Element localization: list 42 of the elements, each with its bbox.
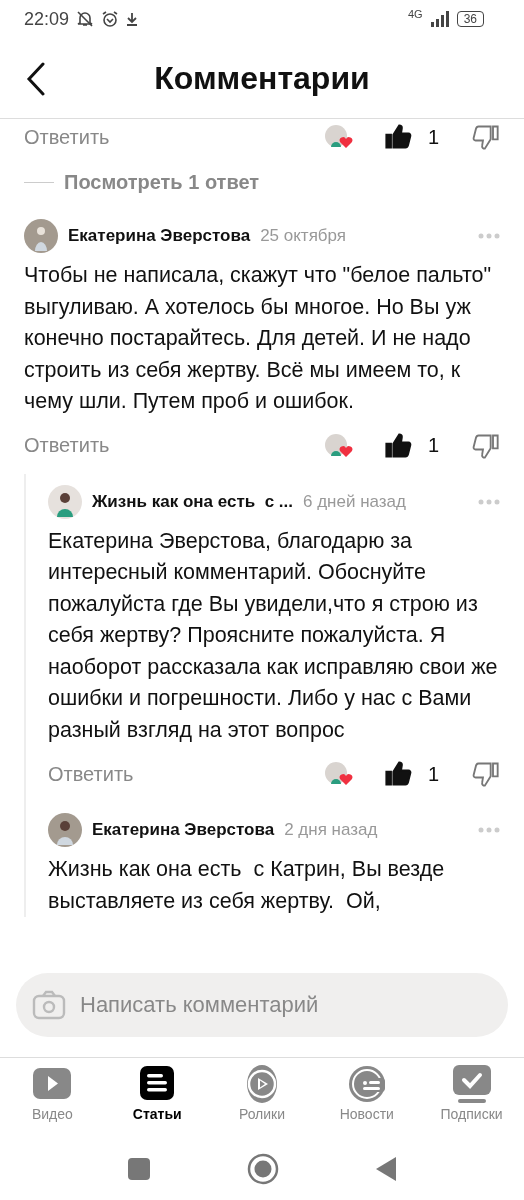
author-name[interactable]: Екатерина Эверстова — [92, 820, 275, 840]
dislike-icon[interactable] — [472, 760, 500, 788]
signal-icon — [428, 11, 451, 27]
network-type: 4G — [407, 8, 423, 20]
comment-date: 6 дней назад — [303, 491, 406, 512]
author-name[interactable]: Екатерина Эверстова — [68, 226, 251, 246]
clock: 22:09 — [24, 8, 70, 30]
tab[interactable]: Новости — [314, 1064, 420, 1138]
like-icon[interactable] — [384, 431, 412, 460]
alarm-icon — [101, 10, 120, 28]
dislike-icon[interactable] — [472, 123, 500, 151]
avatar — [48, 813, 82, 847]
like-icon[interactable] — [384, 123, 412, 151]
comment-date: 25 октября — [260, 226, 347, 246]
tab-icon — [346, 1064, 387, 1104]
avatar — [24, 219, 58, 253]
comment-input-field[interactable]: Написать комментарий — [16, 973, 508, 1037]
back-icon[interactable] — [26, 62, 46, 96]
comment-text: Жизнь как она есть с Катрин, Вы везде выставляете из себя жертву. Ой, — [48, 856, 446, 915]
comment-text: Чтобы не написала, скажут что "белое пальто" выгуливаю. А хотелось бы многое. Но Вы уж конечно постарайтесь. Для детей. И не надо строить из себя жертву. Всё мы имеем то, к чему шли. Путем проб и ошибок. — [24, 262, 493, 415]
reply-link[interactable]: Ответить — [24, 434, 110, 457]
recent-apps-icon[interactable] — [127, 1157, 151, 1181]
view-replies-link[interactable]: Посмотреть 1 ответ — [64, 171, 260, 194]
avatar — [48, 484, 82, 519]
comment-date: 2 дня назад — [284, 820, 378, 840]
like-count: 1 — [428, 434, 441, 457]
page-title: Комментарии — [154, 59, 370, 97]
tab-icon — [451, 1064, 492, 1104]
author-name[interactable]: Жизнь как она есть с ... — [92, 491, 293, 512]
reply-link[interactable]: Ответить — [48, 762, 134, 786]
home-icon[interactable] — [247, 1153, 279, 1185]
tab[interactable]: Статьи — [104, 1064, 210, 1138]
comment-text: Екатерина Эверстова, благодарю за интересный комментарий. Обоснуйте пожалуйста где Вы увидели,что я строю из себя жертву? Проясните пожалуйста. Я наоборот рассказала как исправляю свои же ошибки и погрешности. Либо у нас с Вами разный взгляд на этот вопрос — [48, 527, 499, 744]
tab[interactable]: Ролики — [209, 1064, 315, 1138]
like-count: 1 — [428, 762, 441, 786]
tab[interactable]: Видео — [0, 1064, 105, 1138]
like-icon[interactable] — [384, 760, 412, 788]
battery-indicator: 36 — [456, 11, 484, 27]
reply-link[interactable]: Ответить — [24, 125, 110, 149]
download-icon — [125, 11, 140, 27]
tab[interactable]: Подписки — [419, 1064, 524, 1138]
like-count: 1 — [428, 125, 441, 149]
